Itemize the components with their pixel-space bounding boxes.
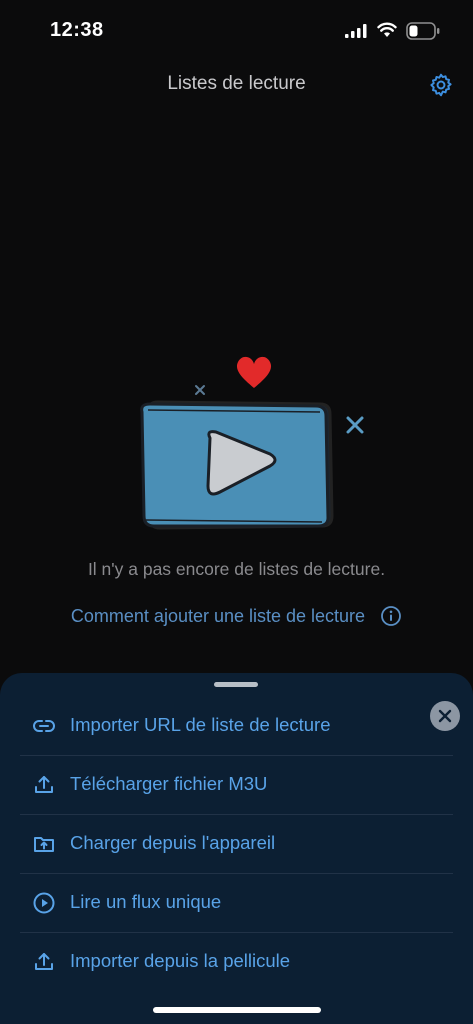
sheet-grabber[interactable]: [214, 682, 258, 687]
play-single-stream-item[interactable]: Lire un flux unique: [20, 874, 453, 933]
load-from-device-item[interactable]: Charger depuis l'appareil: [20, 815, 453, 874]
empty-playlist-illustration: [140, 356, 364, 530]
link-icon: [33, 720, 55, 732]
menu-item-label: Charger depuis l'appareil: [70, 832, 276, 853]
menu-item-label: Importer depuis la pellicule: [70, 950, 291, 971]
menu-item-label: Télécharger fichier M3U: [70, 773, 268, 794]
cellular-signal-icon: [345, 24, 367, 38]
decor-x-small: [195, 385, 205, 395]
battery-icon: [406, 22, 440, 40]
page-title: Listes de lecture: [167, 73, 306, 94]
import-playlist-url-item[interactable]: Importer URL de liste de lecture: [20, 697, 453, 756]
status-bar: 12:38: [0, 0, 473, 62]
play-circle-icon: [33, 892, 55, 914]
heart-icon: [236, 356, 272, 388]
status-time: 12:38: [50, 19, 104, 41]
nav-bar: Listes de lecture: [0, 62, 473, 108]
upload-icon: [35, 776, 53, 793]
howto-add-playlist-link[interactable]: Comment ajouter une liste de lecture: [0, 605, 473, 627]
gear-icon[interactable]: [428, 72, 454, 98]
download-m3u-item[interactable]: Télécharger fichier M3U: [20, 756, 453, 815]
howto-link-label: Comment ajouter une liste de lecture: [70, 605, 366, 626]
home-indicator[interactable]: [153, 1007, 321, 1013]
folder-upload-icon: [34, 837, 54, 852]
menu-item-label: Lire un flux unique: [70, 891, 222, 912]
upload-icon: [35, 953, 53, 970]
wifi-icon: [377, 22, 397, 37]
info-icon: [381, 606, 401, 627]
decor-x-large: [346, 416, 364, 434]
menu-item-label: Importer URL de liste de lecture: [70, 714, 331, 735]
add-playlist-sheet: Importer URL de liste de lecture Télécha…: [0, 673, 473, 1024]
import-from-camera-roll-item[interactable]: Importer depuis la pellicule: [20, 933, 453, 991]
empty-state-message: Il n'y a pas encore de listes de lecture…: [87, 559, 386, 579]
